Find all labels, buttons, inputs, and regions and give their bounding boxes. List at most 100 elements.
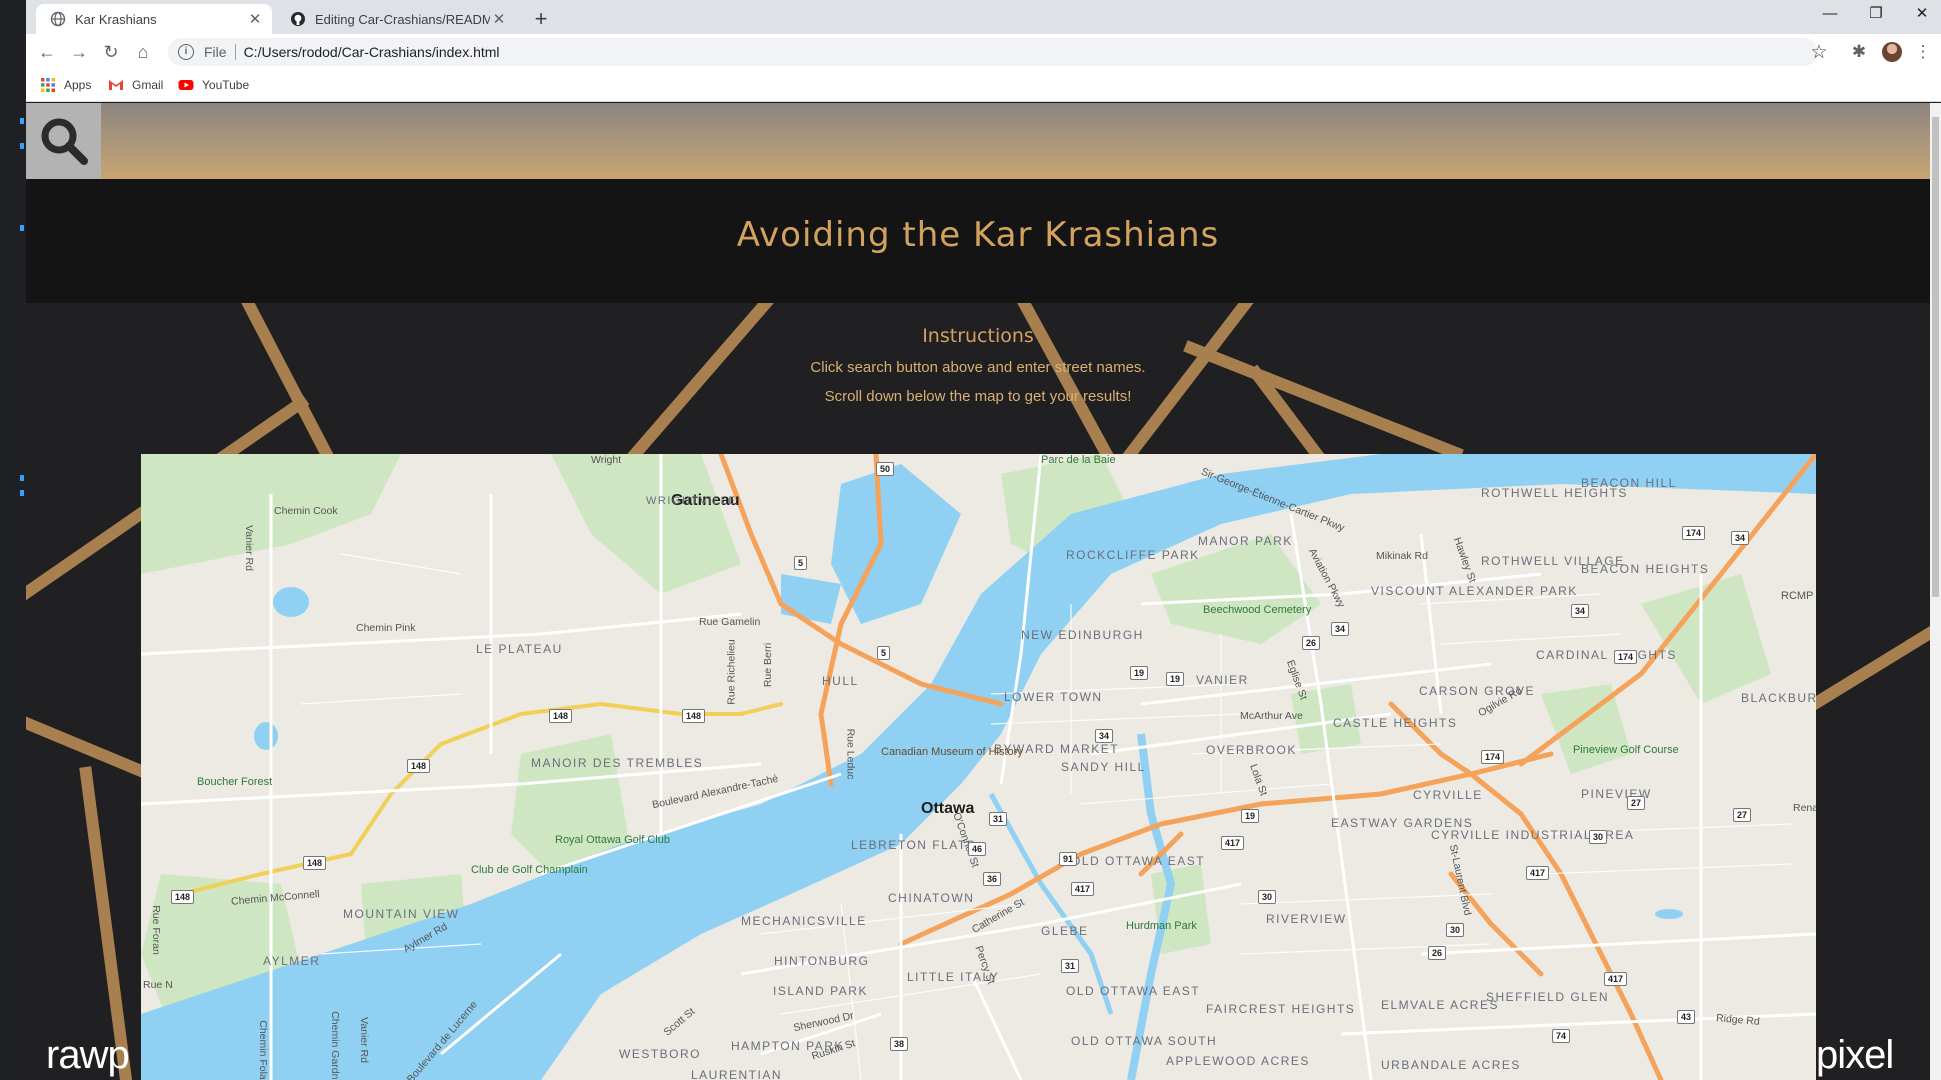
forward-button[interactable]: → <box>68 41 90 63</box>
indicator-dot <box>20 118 24 124</box>
close-icon[interactable]: ✕ <box>490 10 508 28</box>
highway-shield: 148 <box>303 856 327 870</box>
indicator-dot <box>20 490 24 496</box>
map-area-label: SANDY HILL <box>1061 760 1146 774</box>
map-road-label: Chemin Gardner <box>328 1011 341 1080</box>
highway-shield: 19 <box>1241 809 1260 823</box>
highway-shield: 34 <box>1331 622 1350 636</box>
map-road-label: Mikinak Rd <box>1376 550 1428 562</box>
map-area-label: CYRVILLE <box>1413 788 1483 802</box>
bookmark-youtube[interactable]: YouTube <box>178 77 249 93</box>
map-area-label: BEACON HEIGHTS <box>1581 562 1710 576</box>
highway-shield: 148 <box>682 709 706 723</box>
extensions-icon[interactable]: ✱ <box>1848 41 1870 63</box>
map-area-label: RIVERVIEW <box>1266 912 1347 926</box>
bookmark-apps[interactable]: Apps <box>40 77 91 93</box>
map-area-label: LAURENTIAN <box>691 1068 783 1080</box>
map-area-label: AYLMER <box>263 954 321 968</box>
map-park-label: Parc de la Baie <box>1041 454 1116 466</box>
map-area-label: NEW EDINBURGH <box>1021 628 1144 642</box>
map-area-label: CASTLE HEIGHTS <box>1333 716 1458 730</box>
highway-shield: 27 <box>1733 808 1752 822</box>
close-icon[interactable]: ✕ <box>246 10 264 28</box>
map-area-label: HINTONBURG <box>774 954 870 968</box>
map-city-label: Ottawa <box>921 800 975 817</box>
highway-shield: 38 <box>890 1037 909 1051</box>
restore-button[interactable]: ❐ <box>1853 0 1899 30</box>
highway-shield: 174 <box>1614 650 1638 664</box>
map-area-label: WESTBORO <box>619 1047 702 1061</box>
indicator-dot <box>20 225 24 231</box>
new-tab-button[interactable]: + <box>528 6 554 32</box>
apps-grid-icon <box>40 77 56 93</box>
map-area-label: MECHANICSVILLE <box>741 914 867 928</box>
tab-kar-krashians[interactable]: Kar Krashians ✕ <box>36 4 272 34</box>
map-area-label: CARDINAL HEIGHTS <box>1536 648 1677 662</box>
divider <box>234 44 236 60</box>
search-button[interactable] <box>26 103 101 179</box>
map-area-label: VISCOUNT ALEXANDER PARK <box>1371 584 1578 598</box>
map-road-label: McArthur Ave <box>1240 710 1303 722</box>
instructions-line-2: Scroll down below the map to get your re… <box>824 388 1132 405</box>
url-text[interactable]: C:/Users/rodod/Car-Crashians/index.html <box>244 44 500 60</box>
minimize-button[interactable]: — <box>1807 0 1853 30</box>
city-map[interactable]: Gatineau Ottawa WRIGHTVILLE ROCKCLIFFE P… <box>141 454 1816 1080</box>
map-park-label: Pineview Golf Course <box>1573 744 1679 756</box>
map-road-label: Rue Berri <box>762 642 775 688</box>
map-area-label: SHEFFIELD GLEN <box>1486 990 1610 1004</box>
bookmark-star-icon[interactable]: ☆ <box>1808 42 1830 64</box>
map-area-label: BLACKBURN HAMLET <box>1741 691 1816 705</box>
map-area-label: ROCKCLIFFE PARK <box>1066 548 1200 562</box>
map-area-label: FAIRCREST HEIGHTS <box>1206 1002 1356 1016</box>
gmail-icon <box>108 77 124 93</box>
highway-shield: 174 <box>1481 750 1505 764</box>
menu-icon[interactable]: ⋮ <box>1912 41 1934 63</box>
title-band: Avoiding the Kar Krashians <box>26 179 1930 303</box>
map-poi-label: RCMP <box>1781 590 1814 602</box>
hero-banner <box>26 103 1930 179</box>
map-area-label: LEBRETON FLATS <box>851 838 977 852</box>
highway-shield: 34 <box>1731 531 1750 545</box>
map-road-label: Chemin Cook <box>274 505 338 517</box>
address-bar[interactable]: i File C:/Users/rodod/Car-Crashians/inde… <box>168 38 1818 66</box>
reload-button[interactable]: ↻ <box>100 41 122 63</box>
tab-strip: Kar Krashians ✕ Editing Car-Crashians/RE… <box>26 0 1941 34</box>
home-button[interactable]: ⌂ <box>132 41 154 63</box>
window-close-button[interactable]: ✕ <box>1899 0 1941 30</box>
bookmark-label: Gmail <box>132 78 164 92</box>
info-icon[interactable]: i <box>178 44 194 60</box>
page-title: Avoiding the Kar Krashians <box>736 215 1220 255</box>
map-area-label: MANOR PARK <box>1198 534 1293 548</box>
map-area-label: URBANDALE ACRES <box>1381 1058 1521 1072</box>
tab-editing-readme[interactable]: Editing Car-Crashians/README.m ✕ <box>276 4 516 34</box>
github-icon <box>290 11 306 27</box>
map-road-label: Vanier Rd <box>242 525 255 571</box>
profile-avatar[interactable] <box>1882 42 1902 62</box>
highway-shield: 27 <box>1627 796 1646 810</box>
youtube-icon <box>178 77 194 93</box>
map-area-label: APPLEWOOD ACRES <box>1166 1054 1310 1068</box>
bookmark-gmail[interactable]: Gmail <box>108 77 163 93</box>
indicator-dot <box>20 475 24 481</box>
scrollbar-thumb[interactable] <box>1932 117 1939 597</box>
map-park-label: Beechwood Cemetery <box>1203 604 1312 616</box>
highway-shield: 174 <box>1682 526 1706 540</box>
map-area-label: ELMVALE ACRES <box>1381 998 1499 1012</box>
globe-icon <box>50 11 66 27</box>
map-road-label: Rue N <box>143 979 173 991</box>
url-scheme: File <box>204 44 227 60</box>
map-area-label: BEACON HILL <box>1581 476 1677 490</box>
map-poi-label: Canadian Museum of History <box>881 746 1023 758</box>
highway-shield: 5 <box>794 556 808 570</box>
map-area-label: MOUNTAIN VIEW <box>343 907 460 921</box>
map-road-label: Rue Foran <box>149 905 162 955</box>
highway-shield: 417 <box>1071 882 1095 896</box>
map-area-label: MANOIR DES TREMBLES <box>531 756 704 770</box>
highway-shield: 50 <box>876 462 895 476</box>
map-road-label: Chemin Fola <box>256 1020 269 1080</box>
highway-shield: 36 <box>983 872 1002 886</box>
instructions-line-1: Click search button above and enter stre… <box>810 359 1146 376</box>
back-button[interactable]: ← <box>36 41 58 63</box>
page-scrollbar[interactable] <box>1930 103 1941 1080</box>
highway-shield: 417 <box>1604 972 1628 986</box>
